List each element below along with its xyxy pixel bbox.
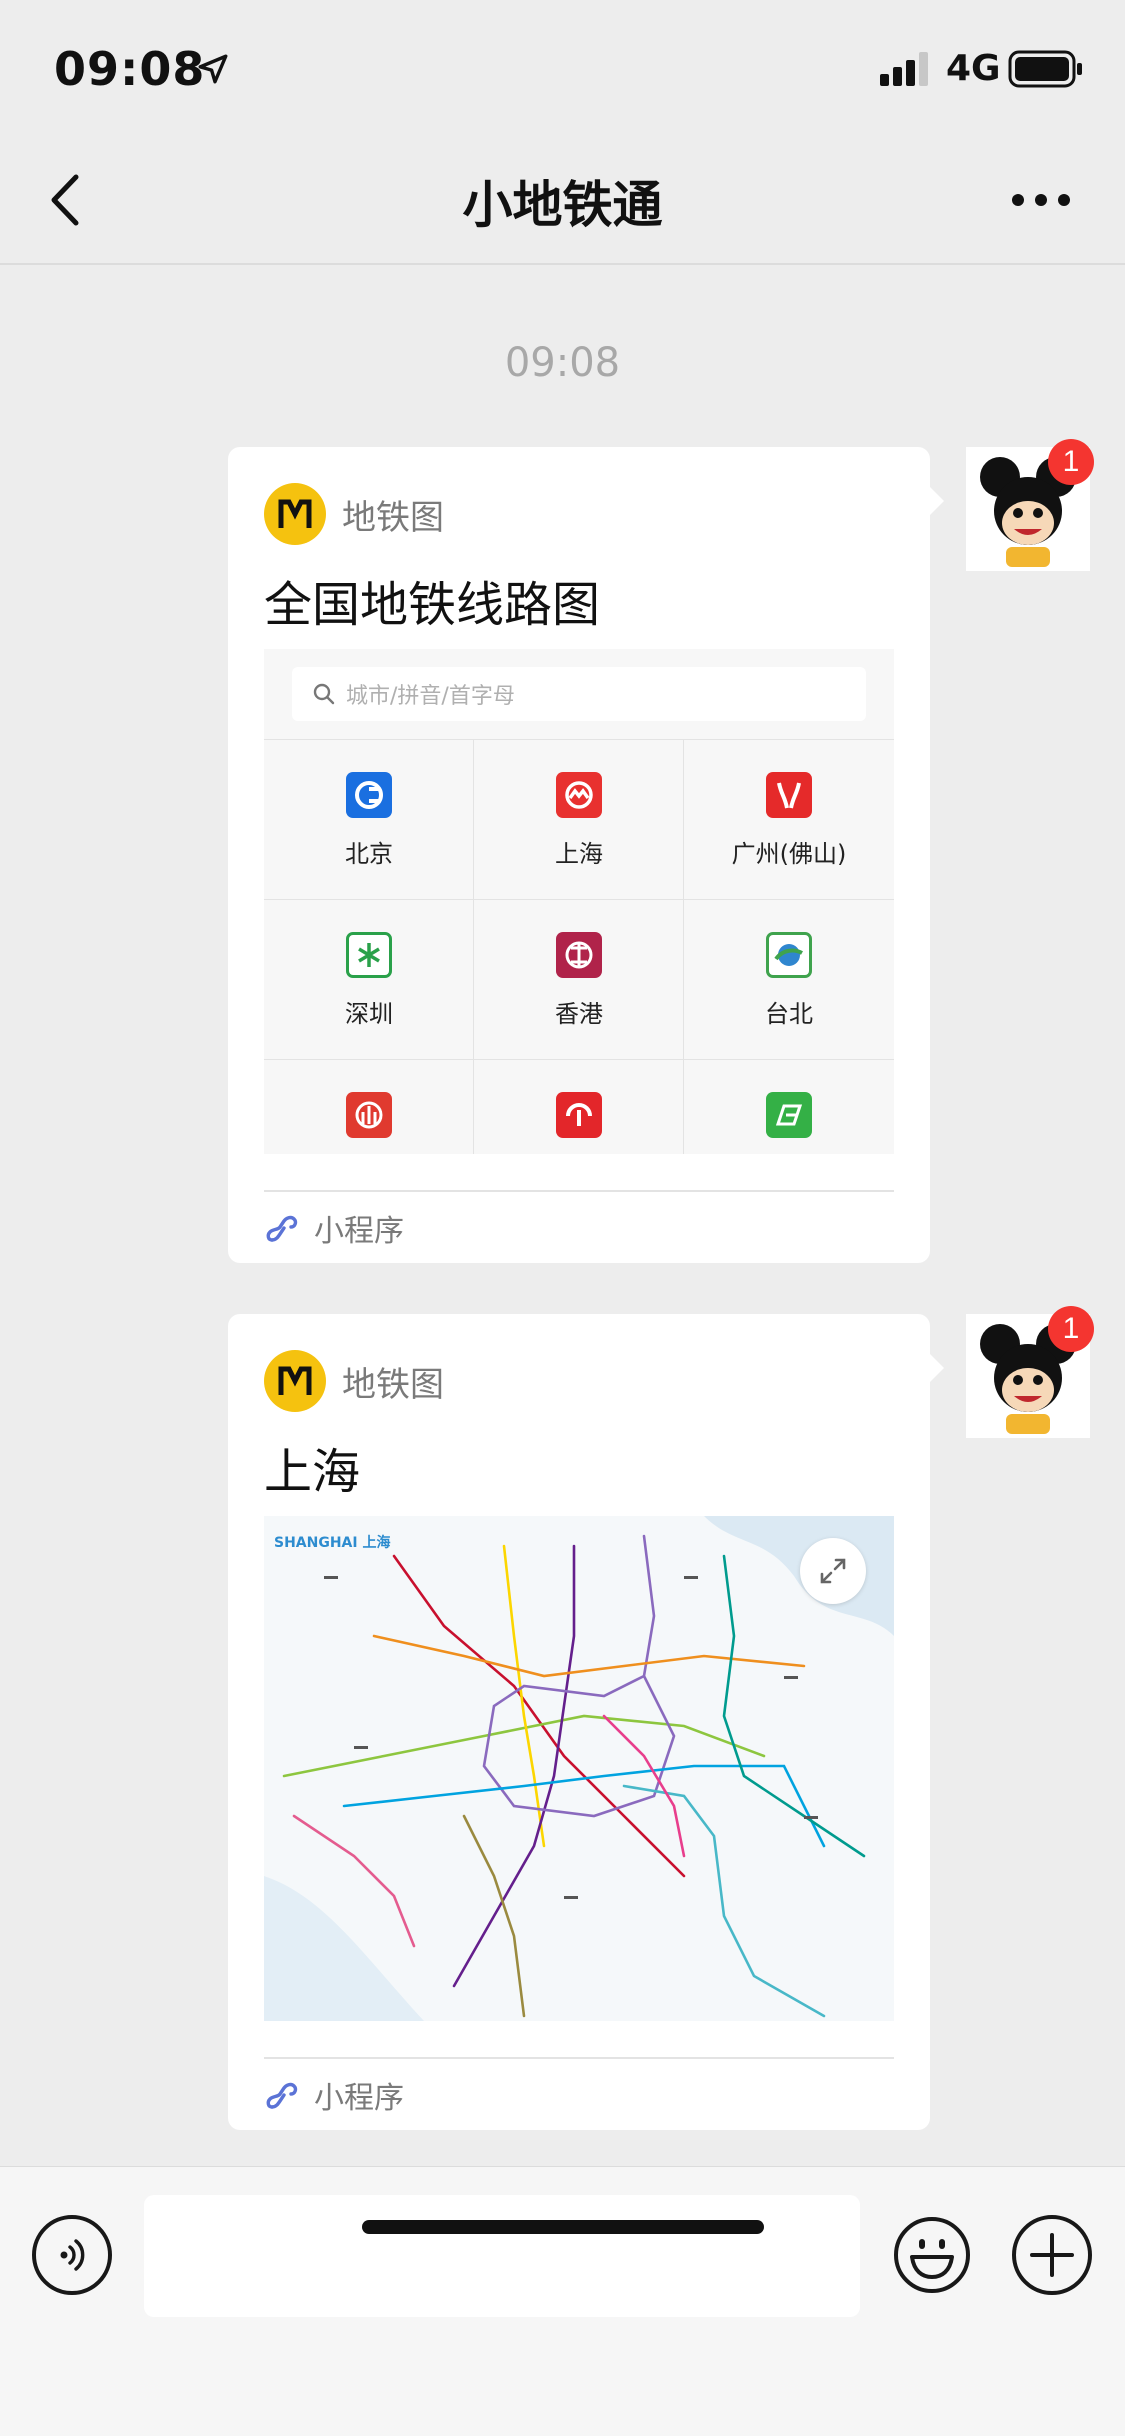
city-search-box[interactable]: 城市/拼音/首字母 [292, 667, 866, 721]
card-divider [264, 1190, 894, 1192]
bubble-tail [930, 487, 944, 515]
nav-bar: 小地铁通 [0, 135, 1125, 265]
voice-icon [60, 2239, 85, 2271]
city-grid-preview[interactable]: 城市/拼音/首字母 北京 上海 广州(佛山) 深圳 香港 台北 [264, 649, 894, 1154]
page-title: 小地铁通 [462, 176, 663, 234]
shenzhen-metro-logo-icon [346, 932, 392, 978]
bubble-tail [930, 1354, 944, 1382]
more-dots-icon[interactable] [1010, 185, 1072, 215]
status-time: 09:08 [54, 42, 206, 96]
avatar[interactable]: 1 [966, 1306, 1094, 1438]
city-cell-guangzhou[interactable]: 广州(佛山) [684, 740, 894, 900]
card-footer: 小程序 [264, 2070, 404, 2120]
beijing-subway-logo-icon [346, 772, 392, 818]
search-icon [313, 683, 335, 705]
mini-program-icon [266, 1215, 298, 1242]
mini-program-label: 小程序 [314, 2081, 404, 2116]
city-label: 上海 [555, 840, 603, 868]
input-bar [0, 2166, 1125, 2436]
source-name: 地铁图 [342, 1364, 444, 1405]
card-title: 上海 [264, 1444, 361, 1500]
emoji-icon[interactable] [892, 2215, 972, 2295]
metro-logo-icon [346, 1092, 392, 1138]
mini-program-icon [266, 2082, 298, 2109]
mini-program-card[interactable]: 地铁图 上海 SHANGHAI 上海 小程序 [228, 1314, 944, 2130]
city-cell-shanghai[interactable]: 上海 [474, 740, 684, 900]
mini-program-card[interactable]: 地铁图 全国地铁线路图 城市/拼音/首字母 北京 上海 广州(佛山) 深圳 香港… [228, 447, 944, 1263]
city-cell-taipei[interactable]: 台北 [684, 900, 894, 1060]
city-cell-hongkong[interactable]: 香港 [474, 900, 684, 1060]
city-label: 深圳 [345, 1000, 393, 1028]
chat-timestamp: 09:08 [504, 340, 621, 386]
card-title: 全国地铁线路图 [264, 577, 601, 633]
metro-logo-icon [264, 1350, 326, 1412]
metro-map-preview[interactable]: SHANGHAI 上海 [264, 1516, 894, 2021]
city-grid: 北京 上海 广州(佛山) 深圳 香港 台北 [264, 739, 894, 1154]
city-label: 广州(佛山) [731, 840, 847, 868]
card-footer: 小程序 [264, 1203, 404, 1253]
mini-program-label: 小程序 [314, 1214, 404, 1249]
card-divider [264, 2057, 894, 2059]
city-cell-more-1[interactable] [264, 1060, 474, 1154]
battery-icon [1008, 50, 1082, 88]
card-source: 地铁图 [264, 483, 444, 545]
map-city-label: SHANGHAI 上海 [274, 1535, 391, 1551]
search-placeholder: 城市/拼音/首字母 [346, 684, 515, 709]
shanghai-metro-map [264, 1516, 894, 2021]
expand-button[interactable] [800, 1538, 866, 1604]
expand-icon [820, 1558, 846, 1584]
hongkong-mtr-logo-icon [556, 932, 602, 978]
city-label: 北京 [345, 840, 393, 868]
status-bar: 09:08 4G [0, 0, 1125, 135]
metro-logo-icon [264, 483, 326, 545]
plus-icon [1030, 2233, 1074, 2277]
location-arrow-icon [198, 54, 228, 84]
plus-button[interactable] [1012, 2215, 1092, 2295]
unread-badge: 1 [1048, 439, 1094, 485]
taipei-metro-logo-icon [766, 932, 812, 978]
city-cell-more-2[interactable] [474, 1060, 684, 1154]
message-input[interactable] [144, 2195, 860, 2317]
home-indicator[interactable] [362, 2220, 764, 2234]
metro-logo-icon [556, 1092, 602, 1138]
source-name: 地铁图 [342, 497, 444, 538]
card-source: 地铁图 [264, 1350, 444, 1412]
city-cell-more-3[interactable] [684, 1060, 894, 1154]
signal-icon [880, 52, 928, 86]
unread-badge: 1 [1048, 1306, 1094, 1352]
voice-button[interactable] [32, 2215, 112, 2295]
metro-logo-icon [766, 1092, 812, 1138]
shanghai-metro-logo-icon [556, 772, 602, 818]
avatar[interactable]: 1 [966, 439, 1094, 571]
city-cell-shenzhen[interactable]: 深圳 [264, 900, 474, 1060]
city-label: 香港 [555, 1000, 603, 1028]
city-label: 台北 [765, 1000, 813, 1028]
city-cell-beijing[interactable]: 北京 [264, 740, 474, 900]
guangzhou-metro-logo-icon [766, 772, 812, 818]
network-label: 4G [946, 48, 1001, 89]
